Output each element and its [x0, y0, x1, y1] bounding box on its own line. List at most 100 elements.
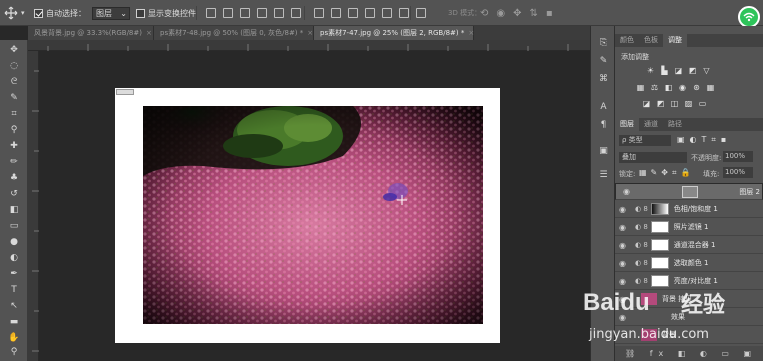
pen-tool-icon[interactable]: ✒: [7, 268, 21, 280]
tool-presets-icon[interactable]: ⌘: [598, 74, 609, 85]
blend-mode-value: 叠加: [622, 153, 636, 161]
distribute-right-icon[interactable]: [399, 8, 409, 18]
gradient-map-icon[interactable]: ▭: [697, 99, 708, 109]
layer-row[interactable]: ◉ ◐ 8 色相/饱和度 1: [615, 201, 763, 218]
marquee-tool-icon[interactable]: ◌: [7, 60, 21, 72]
distribute-hcenter-icon[interactable]: [382, 8, 392, 18]
scale-3d-icon[interactable]: ▪: [546, 8, 553, 19]
rectangle-tool-icon[interactable]: ▬: [7, 316, 21, 328]
curves-adjust-icon[interactable]: ◪: [673, 66, 684, 76]
eraser-tool-icon[interactable]: ◧: [7, 204, 21, 216]
dodge-tool-icon[interactable]: ◐: [7, 252, 21, 264]
layer-row[interactable]: ◉ 图层 2: [615, 183, 763, 200]
tab-channels[interactable]: 通道: [639, 118, 663, 131]
tab-color[interactable]: 颜色: [615, 34, 639, 47]
posterize-icon[interactable]: ◩: [655, 99, 666, 109]
wifi-status-icon[interactable]: [738, 6, 760, 28]
close-icon[interactable]: ×: [146, 29, 152, 37]
distribute-vcenter-icon[interactable]: [331, 8, 341, 18]
brush-presets-icon[interactable]: ✎: [598, 56, 609, 67]
bw-adjust-icon[interactable]: ◧: [663, 83, 674, 93]
eyedropper-tool-icon[interactable]: ⚲: [7, 124, 21, 136]
navigator-panel-icon[interactable]: ☰: [598, 170, 609, 181]
align-right-icon[interactable]: [291, 8, 301, 18]
type-tool-icon[interactable]: T: [7, 284, 21, 296]
crop-tool-icon[interactable]: ⌗: [7, 108, 21, 120]
history-brush-tool-icon[interactable]: ↺: [7, 188, 21, 200]
gradient-tool-icon[interactable]: ▭: [7, 220, 21, 232]
layer-filter-icons[interactable]: ▣◐T⌗▪: [677, 135, 731, 145]
zoom-tool-icon[interactable]: ⚲: [7, 346, 21, 358]
tab-paths[interactable]: 路径: [663, 118, 687, 131]
close-icon[interactable]: ×: [307, 29, 313, 37]
brush-tool-icon[interactable]: ✏: [7, 156, 21, 168]
roll-3d-icon[interactable]: ◉: [496, 8, 505, 19]
tab-layers[interactable]: 图层: [615, 118, 639, 131]
layer-name: 照片滤镜 1: [673, 223, 709, 231]
vibrance-adjust-icon[interactable]: ▽: [701, 66, 712, 76]
paragraph-panel-icon[interactable]: ¶: [598, 120, 609, 131]
fill-input[interactable]: 100%: [723, 167, 753, 178]
eye-icon[interactable]: ◉: [619, 241, 631, 250]
exposure-adjust-icon[interactable]: ◩: [687, 66, 698, 76]
align-vcenter-icon[interactable]: [223, 8, 233, 18]
threshold-icon[interactable]: ◫: [669, 99, 680, 109]
distribute-bottom-icon[interactable]: [348, 8, 358, 18]
show-transform-checkbox[interactable]: 显示变换控件: [136, 6, 196, 20]
slide-3d-icon[interactable]: ⇅: [530, 8, 538, 19]
hue-adjust-icon[interactable]: ▦: [635, 83, 646, 93]
auto-select-label: 自动选择：: [46, 8, 86, 18]
eye-icon[interactable]: ◉: [619, 259, 631, 268]
opacity-input[interactable]: 100%: [723, 151, 753, 162]
brightness-adjust-icon[interactable]: ☀: [645, 66, 656, 76]
tab-document-2[interactable]: ps素材7-48.jpg @ 50% (图层 0, 灰色/8#) * ×: [154, 26, 314, 40]
eye-icon[interactable]: ◉: [619, 205, 631, 214]
eye-icon[interactable]: ◉: [623, 187, 635, 196]
lock-icons[interactable]: ▦✎✥⌗🔒: [639, 168, 694, 178]
character-panel-icon[interactable]: A: [598, 102, 609, 113]
move-tool-icon[interactable]: ✥: [7, 44, 21, 56]
auto-select-dropdown[interactable]: 图层 ⌄: [92, 6, 130, 20]
layer-row[interactable]: ◉ ◐ 8 通道混合器 1: [615, 237, 763, 254]
layer-row[interactable]: ◉ ◐ 8 选取颜色 1: [615, 255, 763, 272]
path-select-tool-icon[interactable]: ↖: [7, 300, 21, 312]
show-transform-check-icon[interactable]: [136, 8, 145, 18]
distribute-top-icon[interactable]: [314, 8, 324, 18]
blend-mode-dropdown[interactable]: 叠加: [619, 152, 687, 163]
align-left-icon[interactable]: [257, 8, 267, 18]
tab-swatches[interactable]: 色板: [639, 34, 663, 47]
color-balance-icon[interactable]: ⚖: [649, 83, 660, 93]
tab-adjustments[interactable]: 调整: [663, 34, 687, 47]
close-icon[interactable]: ×: [468, 29, 474, 37]
layer-filter-dropdown[interactable]: ρ 类型: [619, 135, 671, 146]
history-panel-icon[interactable]: ⎘: [598, 38, 609, 49]
properties-panel-icon[interactable]: ▣: [598, 146, 609, 157]
tab-document-1[interactable]: 风景背景.jpg @ 33.3%(RGB/8#) ×: [28, 26, 154, 40]
auto-align-icon[interactable]: [416, 6, 426, 20]
orbit-3d-icon[interactable]: ⟲: [480, 8, 488, 19]
color-lookup-icon[interactable]: ▦: [705, 83, 716, 93]
distribute-left-icon[interactable]: [365, 8, 375, 18]
flower-field-photo[interactable]: [143, 106, 483, 324]
quick-select-tool-icon[interactable]: ✎: [7, 92, 21, 104]
layer-row[interactable]: ◉ ◐ 8 照片滤镜 1: [615, 219, 763, 236]
photo-filter-icon[interactable]: ◉: [677, 83, 688, 93]
hand-tool-icon[interactable]: ✋: [7, 332, 21, 344]
tab-document-3[interactable]: ps素材7-47.jpg @ 25% (图层 2, RGB/8#) * ×: [314, 26, 474, 40]
align-hcenter-icon[interactable]: [274, 8, 284, 18]
lasso-tool-icon[interactable]: ᘓ: [7, 76, 21, 88]
levels-adjust-icon[interactable]: ▙: [659, 66, 670, 76]
invert-icon[interactable]: ◪: [641, 99, 652, 109]
healing-brush-tool-icon[interactable]: ✚: [7, 140, 21, 152]
blur-tool-icon[interactable]: ●: [7, 236, 21, 248]
align-bottom-icon[interactable]: [240, 8, 250, 18]
auto-select-checkbox[interactable]: 自动选择：: [34, 6, 86, 20]
clone-stamp-tool-icon[interactable]: ♣: [7, 172, 21, 184]
align-top-icon[interactable]: [206, 8, 216, 18]
channel-mixer-icon[interactable]: ⊛: [691, 83, 702, 93]
eye-icon[interactable]: ◉: [619, 223, 631, 232]
move-tool-icon[interactable]: ▾: [4, 6, 25, 20]
selective-color-icon[interactable]: ▨: [683, 99, 694, 109]
auto-select-check-icon[interactable]: [34, 8, 43, 18]
drag-3d-icon[interactable]: ✥: [513, 8, 521, 19]
